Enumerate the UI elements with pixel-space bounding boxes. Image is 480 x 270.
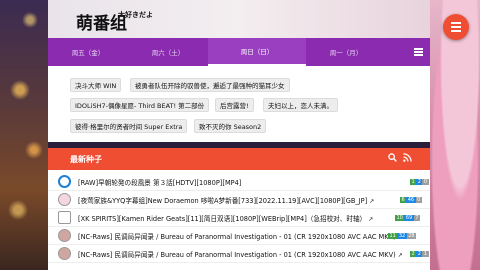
anime-tag[interactable]: IDOLiSH7-偶像星愿- Third BEAT! 第二部份 [70,98,210,112]
background-right-image [430,0,480,270]
menu-button[interactable] [443,14,469,40]
tab-label: 周六（土） [151,49,185,57]
weekday-tabs: 周五（金） 周六（土） 周日（日） 周一（月） [48,38,430,66]
leechers-count: 32 [397,232,407,239]
torrent-title-text: [夜莺家族&YYQ字幕组]New Doraemon 哆啦A梦新番[733][20… [78,196,368,205]
team-avatar [58,175,71,188]
completed-count: 28 [406,232,417,239]
anime-tag[interactable]: 被勇者队伍开除的驭兽使，邂逅了最强种的猫耳少女 [130,78,290,92]
external-link-icon[interactable]: ↗ [368,216,373,223]
anime-tag[interactable]: 致不灭的你 Season2 [194,119,267,133]
anime-tag[interactable]: 夫妇以上，恋人未满。 [263,98,338,112]
external-link-icon[interactable]: ↗ [369,198,374,205]
tab-friday[interactable]: 周五（金） [48,38,128,66]
tab-label: 周日（日） [240,48,274,56]
anime-tag[interactable]: 后宫露营! [215,98,254,112]
list-icon [413,48,423,56]
torrent-title[interactable]: [NC-Raws] 民调局异闻录 / Bureau of Paranormal … [78,249,403,259]
anime-tag-panel: 决斗大师 WIN 被勇者队伍开除的驭兽使，邂逅了最强种的猫耳少女 IDOLiSH… [48,66,430,142]
background-left-image [0,0,48,270]
torrent-stats: 221 [410,250,429,257]
tab-monday[interactable]: 周一（月） [306,38,386,66]
torrent-row[interactable]: [NC-Raws] 民调局异闻录 / Bureau of Paranormal … [48,245,430,263]
external-link-icon[interactable]: ↗ [398,252,403,259]
hamburger-icon [451,21,461,33]
tab-label: 周五（金） [71,49,105,57]
torrent-title-text: [XK SPIRITS][Kamen Rider Geats][11][简日双语… [78,214,367,223]
torrent-title[interactable]: [XK SPIRITS][Kamen Rider Geats][11][简日双语… [78,213,373,223]
torrent-title[interactable]: [夜莺家族&YYQ字幕组]New Doraemon 哆啦A梦新番[733][20… [78,195,374,205]
torrent-stats: 6 46 0 [400,196,422,203]
torrent-list: [RAW]早朝轮発の段風景 第３話[HDTV][1080P][MP4] 120 … [48,170,430,270]
torrent-row[interactable]: [RAW]早朝轮発の段風景 第３話[HDTV][1080P][MP4] 120 [48,173,430,191]
tab-saturday[interactable]: 周六（土） [128,38,208,66]
torrent-row[interactable]: [夜莺家族&YYQ字幕组]New Doraemon 哆啦A梦新番[733][20… [48,191,430,209]
anime-tag[interactable]: 决斗大师 WIN [70,78,122,92]
list-view-button[interactable] [406,38,430,66]
team-avatar [58,229,71,242]
section-title: 最新种子 [70,155,102,164]
torrent-title[interactable]: [RAW]早朝轮発の段風景 第３話[HDTV][1080P][MP4] [78,177,241,187]
torrent-title-text: [NC-Raws] 民调局异闻录 / Bureau of Paranormal … [78,250,396,259]
seeders-count: 10 [395,214,405,221]
torrent-stats: 10 69 7 [395,214,420,221]
torrent-stats: 11 32 28 [388,232,417,239]
seeders-count: 11 [388,232,398,239]
team-avatar [58,247,71,260]
completed-count: 0 [422,178,429,185]
torrent-title[interactable]: [NC-Raws] 民调局异闻录 / Bureau of Paranormal … [78,231,403,241]
search-icon[interactable] [388,153,397,162]
rss-icon[interactable] [403,153,412,162]
site-tagline: 大好きだよ [118,11,153,19]
tab-label: 周一（月） [329,49,363,57]
anime-tag[interactable]: 彼得·格里尔的贤者时间 Super Extra [70,119,188,133]
torrent-title-text: [NC-Raws] 民调局异闻录 / Bureau of Paranormal … [78,232,396,241]
leechers-count: 69 [404,214,414,221]
torrent-stats: 120 [410,178,429,185]
tab-sunday[interactable]: 周日（日） [208,38,306,66]
leechers-count: 46 [406,196,416,203]
completed-count: 0 [415,196,422,203]
torrent-row[interactable]: [NC-Raws] 民调局异闻录 / Bureau of Paranormal … [48,227,430,245]
completed-count: 1 [422,250,429,257]
completed-count: 7 [413,214,420,221]
team-avatar [58,193,71,206]
team-avatar [58,211,71,224]
torrent-row[interactable]: [XK SPIRITS][Kamen Rider Geats][11][简日双语… [48,209,430,227]
latest-torrents-header: 最新种子 [48,148,430,170]
